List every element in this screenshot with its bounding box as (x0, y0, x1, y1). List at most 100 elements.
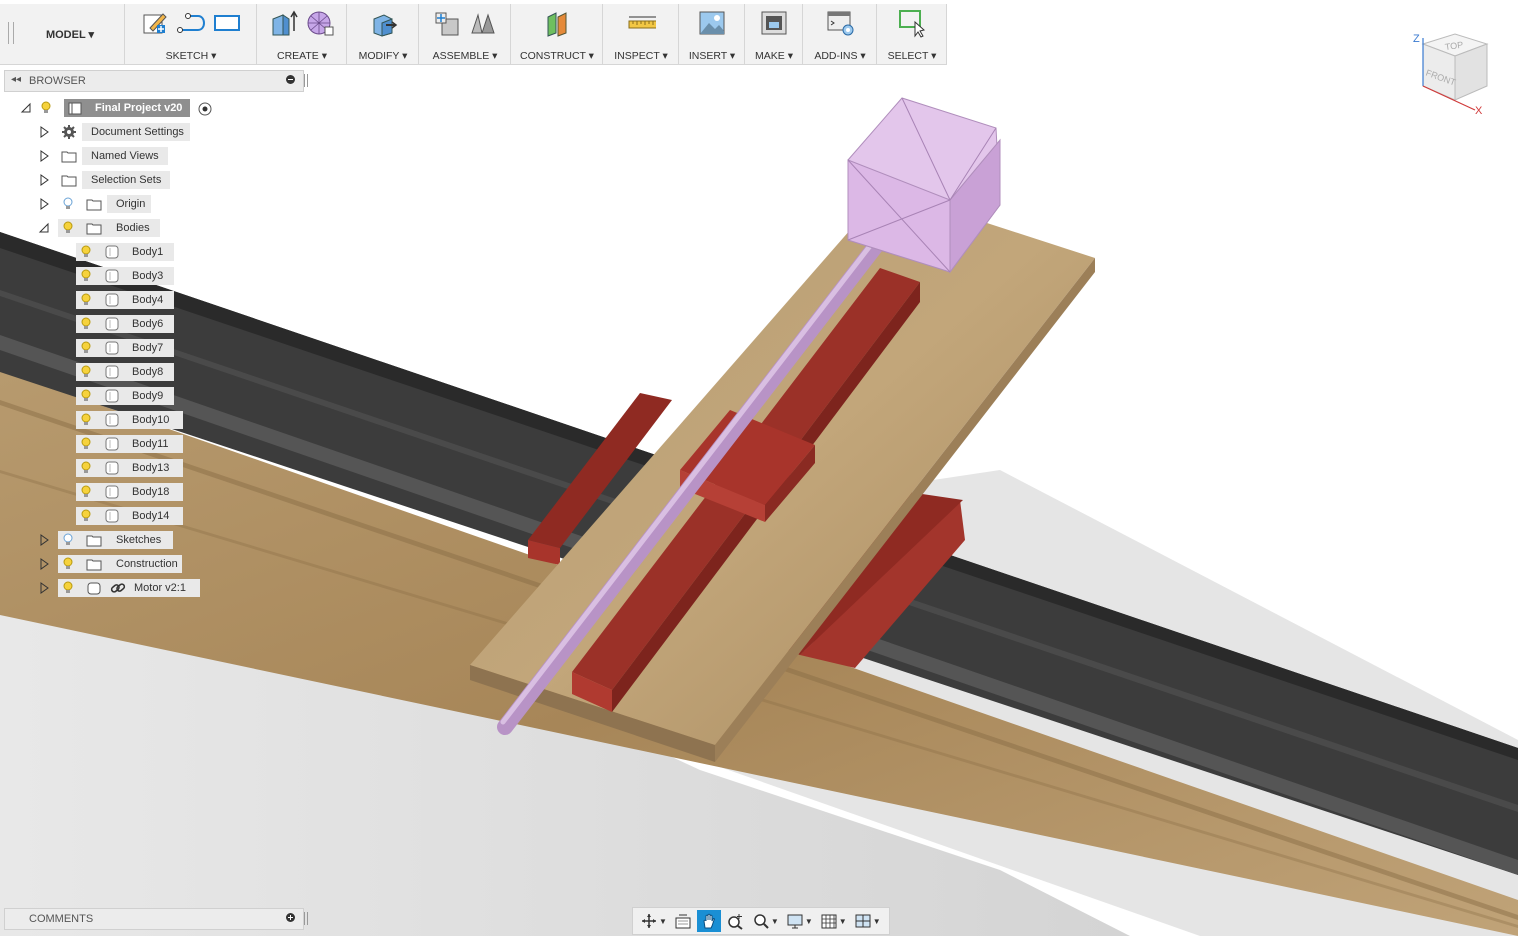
tree-item-label: Body10 (132, 414, 170, 426)
press-pull-icon[interactable] (368, 8, 398, 38)
grid-settings-icon[interactable] (817, 910, 841, 932)
visibility-bulb-icon[interactable] (62, 580, 74, 596)
visibility-bulb-icon[interactable] (80, 412, 92, 428)
tree-item-body[interactable]: Body3 (76, 267, 174, 285)
tree-item-body[interactable]: Body9 (76, 387, 174, 405)
toolbar-grip[interactable] (8, 22, 14, 44)
visibility-bulb-icon[interactable] (80, 508, 92, 524)
visibility-bulb-icon[interactable] (80, 484, 92, 500)
offset-plane-icon[interactable] (542, 8, 572, 38)
view-cube[interactable]: TOP FRONT Z X (1405, 30, 1495, 120)
tree-item-motor[interactable]: Motor v2:1 (58, 579, 200, 597)
insert-image-icon[interactable] (697, 8, 727, 38)
zoom-dropdown-icon[interactable]: ▼ (771, 917, 779, 926)
tree-item-body[interactable]: Body1 (76, 243, 174, 261)
create-menu[interactable]: CREATE ▾ (257, 50, 347, 62)
tree-root[interactable] (40, 99, 62, 117)
canvas-viewport[interactable] (0, 0, 1518, 936)
expand-named-views-icon[interactable] (38, 150, 50, 162)
visibility-bulb-icon[interactable] (80, 364, 92, 380)
tree-item-body[interactable]: Body11 (76, 435, 183, 453)
visibility-bulb-icon[interactable] (80, 316, 92, 332)
toolbar-group-select: SELECT ▾ (876, 4, 947, 64)
expand-motor-icon[interactable] (38, 582, 50, 594)
display-dropdown-icon[interactable]: ▼ (805, 917, 813, 926)
tree-item-body[interactable]: Body8 (76, 363, 174, 381)
visibility-bulb-icon[interactable] (80, 244, 92, 260)
select-icon[interactable] (897, 8, 927, 38)
comments-resize-grip[interactable] (304, 912, 308, 925)
add-comment-icon[interactable] (286, 913, 295, 922)
visibility-bulb-off-icon[interactable] (62, 196, 74, 212)
toolbar-group-addins: ADD-INS ▾ (802, 4, 877, 64)
expand-sketches-icon[interactable] (38, 534, 50, 546)
orbit-dropdown-icon[interactable]: ▼ (659, 917, 667, 926)
visibility-bulb-icon[interactable] (80, 292, 92, 308)
pan-hand-icon[interactable] (696, 910, 721, 932)
spline-icon[interactable] (176, 8, 206, 38)
expand-selection-sets-icon[interactable] (38, 174, 50, 186)
toolbar-group-modify: MODIFY ▾ (346, 4, 419, 64)
expand-construction-icon[interactable] (38, 558, 50, 570)
tree-item-selection-sets[interactable]: Selection Sets (82, 171, 170, 189)
tree-item-body[interactable]: Body13 (76, 459, 183, 477)
viewports-icon[interactable] (851, 910, 875, 932)
visibility-bulb-icon[interactable] (80, 268, 92, 284)
visibility-bulb-icon[interactable] (62, 220, 74, 236)
visibility-bulb-icon[interactable] (80, 388, 92, 404)
fit-icon[interactable] (749, 910, 773, 932)
root-component[interactable]: Final Project v20 (64, 99, 190, 117)
joint-icon[interactable] (468, 8, 498, 38)
visibility-bulb-icon[interactable] (62, 556, 74, 572)
scripts-icon[interactable] (825, 8, 855, 38)
measure-icon[interactable] (626, 8, 656, 38)
expand-root-icon[interactable] (20, 102, 32, 114)
modify-menu[interactable]: MODIFY ▾ (347, 50, 419, 62)
viewports-dropdown-icon[interactable]: ▼ (873, 917, 881, 926)
inspect-menu[interactable]: INSPECT ▾ (603, 50, 679, 62)
tree-item-body[interactable]: Body18 (76, 483, 183, 501)
rectangle-icon[interactable] (212, 8, 242, 38)
sketch-menu[interactable]: SKETCH ▾ (125, 50, 257, 62)
expand-document-settings-icon[interactable] (38, 126, 50, 138)
tree-item-bodies[interactable]: Bodies (58, 219, 160, 237)
tree-item-named-views[interactable]: Named Views (82, 147, 168, 165)
tree-item-sketches[interactable]: Sketches (58, 531, 173, 549)
look-at-icon[interactable] (671, 910, 695, 932)
zoom-icon[interactable] (723, 910, 747, 932)
collapse-bodies-icon[interactable] (38, 222, 50, 234)
visibility-bulb-icon[interactable] (80, 340, 92, 356)
tree-item-document-settings[interactable]: Document Settings (82, 123, 190, 141)
new-component-icon[interactable] (432, 8, 462, 38)
addins-menu[interactable]: ADD-INS ▾ (803, 50, 877, 62)
browser-resize-grip[interactable] (304, 74, 308, 87)
expand-origin-icon[interactable] (38, 198, 50, 210)
form-icon[interactable] (305, 8, 335, 38)
insert-menu[interactable]: INSERT ▾ (679, 50, 745, 62)
visibility-bulb-icon[interactable] (80, 460, 92, 476)
make-menu[interactable]: MAKE ▾ (745, 50, 803, 62)
assemble-menu[interactable]: ASSEMBLE ▾ (419, 50, 511, 62)
tree-item-body[interactable]: Body10 (76, 411, 183, 429)
tree-item-origin[interactable]: Origin (107, 195, 151, 213)
grid-dropdown-icon[interactable]: ▼ (839, 917, 847, 926)
activate-radio-icon[interactable] (197, 101, 213, 120)
select-menu[interactable]: SELECT ▾ (877, 50, 947, 62)
tree-item-body[interactable]: Body7 (76, 339, 174, 357)
tree-item-body[interactable]: Body4 (76, 291, 174, 309)
3d-print-icon[interactable] (759, 8, 789, 38)
tree-item-body[interactable]: Body6 (76, 315, 174, 333)
display-settings-icon[interactable] (783, 910, 807, 932)
orbit-icon[interactable] (637, 910, 661, 932)
construct-menu[interactable]: CONSTRUCT ▾ (511, 50, 603, 62)
tree-item-body[interactable]: Body14 (76, 507, 183, 525)
collapse-browser-icon[interactable]: ◂◂ (11, 74, 21, 85)
visibility-bulb-icon[interactable] (80, 436, 92, 452)
tree-item-construction[interactable]: Construction (58, 555, 182, 573)
browser-toggle-icon[interactable] (286, 75, 295, 84)
visibility-bulb-off-icon[interactable] (62, 532, 74, 548)
sketch-create-icon[interactable] (140, 8, 170, 38)
workspace-switcher[interactable]: MODEL ▾ (20, 4, 120, 64)
visibility-bulb-icon[interactable] (40, 100, 52, 116)
extrude-icon[interactable] (269, 8, 299, 38)
